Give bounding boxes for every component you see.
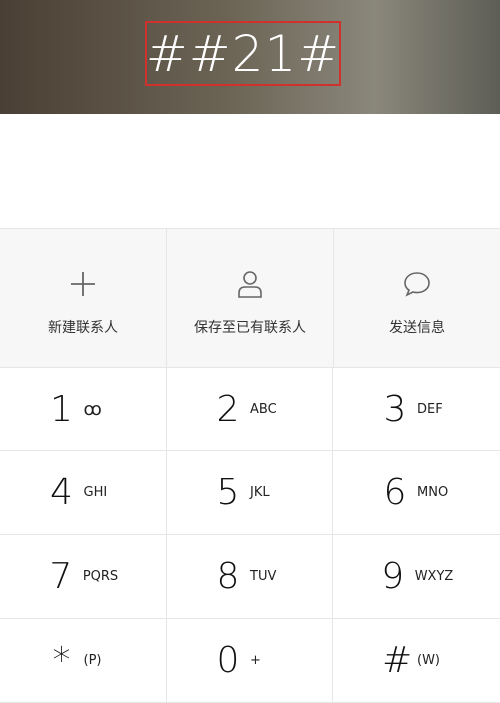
key-digit: #	[382, 640, 413, 681]
send-message-label: 发送信息	[389, 320, 445, 336]
key-7[interactable]: 7 PQRS	[0, 535, 167, 619]
key-0[interactable]: 0 +	[167, 619, 333, 703]
key-4[interactable]: 4 GHI	[0, 451, 167, 535]
key-letters: (W)	[417, 653, 440, 668]
dial-keypad: 1 ꝏ 2 ABC 3 DEF 4 GHI 5 JKL 6 MNO 7 PQRS…	[0, 368, 500, 703]
key-star[interactable]: * (P)	[0, 619, 167, 703]
key-letters: PQRS	[82, 569, 119, 584]
key-digit: 1	[50, 388, 73, 430]
new-contact-button[interactable]: 新建联系人	[0, 229, 167, 367]
key-9[interactable]: 9 WXYZ	[333, 535, 500, 619]
key-letters: MNO	[417, 485, 449, 500]
key-letters: (P)	[83, 653, 102, 668]
new-contact-label: 新建联系人	[48, 320, 118, 336]
person-icon	[237, 269, 263, 299]
plus-icon	[70, 269, 96, 299]
key-letters: DEF	[417, 401, 443, 417]
chat-bubble-icon	[403, 269, 431, 299]
key-3[interactable]: 3 DEF	[333, 368, 500, 451]
quick-actions-bar: 新建联系人 保存至已有联系人 发送信息	[0, 228, 500, 368]
dialer-header: ##21#	[0, 0, 500, 114]
dialed-number-highlight: ##21#	[145, 21, 341, 86]
key-1[interactable]: 1 ꝏ	[0, 368, 167, 451]
key-digit: 8	[216, 556, 240, 597]
key-letters: +	[250, 653, 261, 668]
key-digit: 0	[216, 640, 240, 681]
suggestion-area	[0, 114, 500, 228]
key-digit: *	[52, 640, 71, 681]
key-letters: TUV	[250, 569, 277, 584]
key-digit: 5	[216, 472, 240, 513]
voicemail-icon: ꝏ	[83, 398, 102, 420]
key-letters: ABC	[250, 401, 277, 417]
key-digit: 6	[383, 472, 407, 513]
key-digit: 9	[381, 556, 405, 597]
key-5[interactable]: 5 JKL	[167, 451, 333, 535]
key-8[interactable]: 8 TUV	[167, 535, 333, 619]
key-digit: 2	[216, 388, 240, 430]
key-digit: 3	[383, 388, 407, 430]
key-digit: 4	[50, 472, 73, 513]
key-digit: 7	[49, 556, 73, 597]
key-letters: WXYZ	[414, 569, 454, 584]
key-6[interactable]: 6 MNO	[333, 451, 500, 535]
key-letters: JKL	[250, 485, 270, 500]
send-message-button[interactable]: 发送信息	[334, 229, 500, 367]
key-letters: GHI	[83, 485, 108, 500]
dialed-number[interactable]: ##21#	[146, 25, 340, 83]
key-hash[interactable]: # (W)	[333, 619, 500, 703]
save-to-existing-label: 保存至已有联系人	[194, 320, 306, 336]
save-to-existing-contact-button[interactable]: 保存至已有联系人	[167, 229, 334, 367]
key-2[interactable]: 2 ABC	[167, 368, 333, 451]
